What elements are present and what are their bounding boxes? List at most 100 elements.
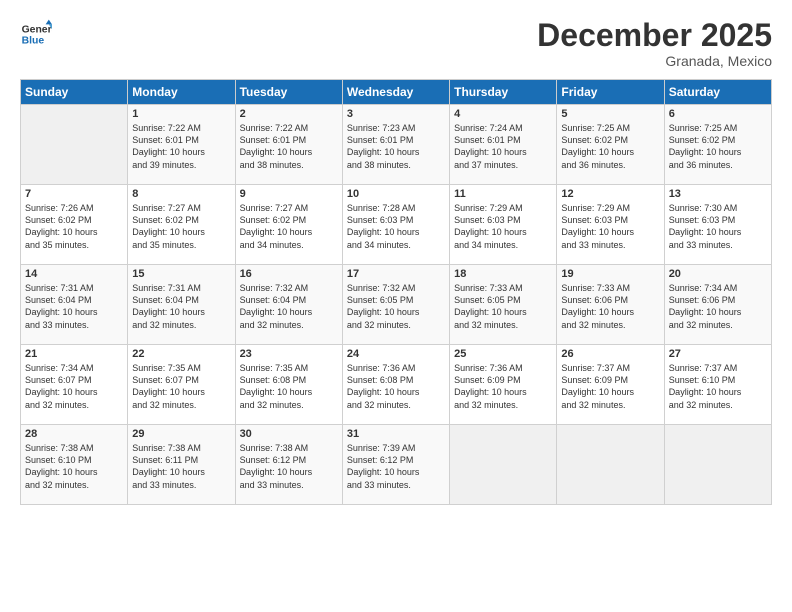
day-content: Sunrise: 7:32 AM Sunset: 6:04 PM Dayligh… (240, 282, 338, 331)
day-number: 14 (25, 268, 123, 280)
col-monday: Monday (128, 80, 235, 105)
day-number: 18 (454, 268, 552, 280)
day-cell: 26 Sunrise: 7:37 AM Sunset: 6:09 PM Dayli… (557, 345, 664, 425)
day-cell: 1 Sunrise: 7:22 AM Sunset: 6:01 PM Daylig… (128, 105, 235, 185)
day-cell: 16 Sunrise: 7:32 AM Sunset: 6:04 PM Dayli… (235, 265, 342, 345)
day-cell: 10Sunrise: 7:28 AM Sunset: 6:03 PM Dayli… (342, 185, 449, 265)
day-number: 12 (561, 188, 659, 200)
svg-text:Blue: Blue (22, 36, 45, 47)
day-number: 27 (669, 348, 767, 360)
day-number: 7 (25, 188, 123, 200)
day-number: 26 (561, 348, 659, 360)
day-content: Sunrise: 7:34 AM Sunset: 6:06 PM Dayligh… (669, 282, 767, 331)
day-content: Sunrise: 7:33 AM Sunset: 6:06 PM Dayligh… (561, 282, 659, 331)
day-cell: 7 Sunrise: 7:26 AM Sunset: 6:02 PM Daylig… (21, 185, 128, 265)
day-number: 19 (561, 268, 659, 280)
day-cell: 12 Sunrise: 7:29 AM Sunset: 6:03 PM Dayli… (557, 185, 664, 265)
day-cell: 15 Sunrise: 7:31 AM Sunset: 6:04 PM Dayli… (128, 265, 235, 345)
day-number: 30 (240, 428, 338, 440)
page: General Blue December 2025 Granada, Mexi… (0, 0, 792, 612)
day-number: 23 (240, 348, 338, 360)
header-row: Sunday Monday Tuesday Wednesday Thursday… (21, 80, 772, 105)
day-content: Sunrise: 7:29 AM Sunset: 6:03 PM Dayligh… (454, 202, 552, 251)
week-row-5: 28Sunrise: 7:38 AM Sunset: 6:10 PM Dayli… (21, 425, 772, 505)
day-content: Sunrise: 7:36 AM Sunset: 6:08 PM Dayligh… (347, 362, 445, 411)
day-content: Sunrise: 7:29 AM Sunset: 6:03 PM Dayligh… (561, 202, 659, 251)
day-number: 20 (669, 268, 767, 280)
day-number: 17 (347, 268, 445, 280)
calendar-body: 1 Sunrise: 7:22 AM Sunset: 6:01 PM Daylig… (21, 105, 772, 505)
day-number: 4 (454, 108, 552, 120)
day-number: 9 (240, 188, 338, 200)
day-cell: 20 Sunrise: 7:34 AM Sunset: 6:06 PM Dayli… (664, 265, 771, 345)
day-content: Sunrise: 7:25 AM Sunset: 6:02 PM Dayligh… (669, 122, 767, 171)
day-cell: 19 Sunrise: 7:33 AM Sunset: 6:06 PM Dayli… (557, 265, 664, 345)
day-content: Sunrise: 7:31 AM Sunset: 6:04 PM Dayligh… (132, 282, 230, 331)
day-number: 11 (454, 188, 552, 200)
week-row-2: 7 Sunrise: 7:26 AM Sunset: 6:02 PM Daylig… (21, 185, 772, 265)
logo: General Blue (20, 18, 52, 50)
day-number: 29 (132, 428, 230, 440)
week-row-4: 21 Sunrise: 7:34 AM Sunset: 6:07 PM Dayli… (21, 345, 772, 425)
day-cell: 8Sunrise: 7:27 AM Sunset: 6:02 PM Daylig… (128, 185, 235, 265)
day-cell: 2Sunrise: 7:22 AM Sunset: 6:01 PM Daylig… (235, 105, 342, 185)
day-number: 25 (454, 348, 552, 360)
day-cell: 18 Sunrise: 7:33 AM Sunset: 6:05 PM Dayli… (450, 265, 557, 345)
day-content: Sunrise: 7:24 AM Sunset: 6:01 PM Dayligh… (454, 122, 552, 171)
day-number: 10 (347, 188, 445, 200)
day-number: 3 (347, 108, 445, 120)
day-number: 13 (669, 188, 767, 200)
col-thursday: Thursday (450, 80, 557, 105)
day-cell: 23 Sunrise: 7:35 AM Sunset: 6:08 PM Dayli… (235, 345, 342, 425)
day-cell: 14 Sunrise: 7:31 AM Sunset: 6:04 PM Dayli… (21, 265, 128, 345)
month-title: December 2025 (537, 18, 772, 53)
col-sunday: Sunday (21, 80, 128, 105)
day-cell: 28Sunrise: 7:38 AM Sunset: 6:10 PM Dayli… (21, 425, 128, 505)
svg-text:General: General (22, 24, 52, 35)
day-cell: 9 Sunrise: 7:27 AM Sunset: 6:02 PM Daylig… (235, 185, 342, 265)
day-cell: 13 Sunrise: 7:30 AM Sunset: 6:03 PM Dayli… (664, 185, 771, 265)
col-friday: Friday (557, 80, 664, 105)
day-content: Sunrise: 7:34 AM Sunset: 6:07 PM Dayligh… (25, 362, 123, 411)
day-content: Sunrise: 7:33 AM Sunset: 6:05 PM Dayligh… (454, 282, 552, 331)
day-cell (450, 425, 557, 505)
col-tuesday: Tuesday (235, 80, 342, 105)
day-number: 21 (25, 348, 123, 360)
col-saturday: Saturday (664, 80, 771, 105)
day-number: 15 (132, 268, 230, 280)
day-cell: 27 Sunrise: 7:37 AM Sunset: 6:10 PM Dayli… (664, 345, 771, 425)
day-content: Sunrise: 7:35 AM Sunset: 6:08 PM Dayligh… (240, 362, 338, 411)
day-cell: 6 Sunrise: 7:25 AM Sunset: 6:02 PM Daylig… (664, 105, 771, 185)
day-content: Sunrise: 7:27 AM Sunset: 6:02 PM Dayligh… (240, 202, 338, 251)
day-content: Sunrise: 7:26 AM Sunset: 6:02 PM Dayligh… (25, 202, 123, 251)
day-number: 5 (561, 108, 659, 120)
day-content: Sunrise: 7:23 AM Sunset: 6:01 PM Dayligh… (347, 122, 445, 171)
day-content: Sunrise: 7:32 AM Sunset: 6:05 PM Dayligh… (347, 282, 445, 331)
day-cell (21, 105, 128, 185)
day-cell: 31 Sunrise: 7:39 AM Sunset: 6:12 PM Dayli… (342, 425, 449, 505)
day-content: Sunrise: 7:37 AM Sunset: 6:09 PM Dayligh… (561, 362, 659, 411)
day-content: Sunrise: 7:39 AM Sunset: 6:12 PM Dayligh… (347, 442, 445, 491)
day-number: 31 (347, 428, 445, 440)
day-content: Sunrise: 7:38 AM Sunset: 6:11 PM Dayligh… (132, 442, 230, 491)
day-cell: 24Sunrise: 7:36 AM Sunset: 6:08 PM Dayli… (342, 345, 449, 425)
day-cell: 21 Sunrise: 7:34 AM Sunset: 6:07 PM Dayli… (21, 345, 128, 425)
day-content: Sunrise: 7:38 AM Sunset: 6:12 PM Dayligh… (240, 442, 338, 491)
day-cell: 29 Sunrise: 7:38 AM Sunset: 6:11 PM Dayli… (128, 425, 235, 505)
day-content: Sunrise: 7:31 AM Sunset: 6:04 PM Dayligh… (25, 282, 123, 331)
day-content: Sunrise: 7:30 AM Sunset: 6:03 PM Dayligh… (669, 202, 767, 251)
day-number: 16 (240, 268, 338, 280)
day-number: 28 (25, 428, 123, 440)
day-number: 6 (669, 108, 767, 120)
day-cell (557, 425, 664, 505)
day-cell: 30 Sunrise: 7:38 AM Sunset: 6:12 PM Dayli… (235, 425, 342, 505)
day-number: 1 (132, 108, 230, 120)
day-cell: 4 Sunrise: 7:24 AM Sunset: 6:01 PM Daylig… (450, 105, 557, 185)
day-cell: 17 Sunrise: 7:32 AM Sunset: 6:05 PM Dayli… (342, 265, 449, 345)
week-row-1: 1 Sunrise: 7:22 AM Sunset: 6:01 PM Daylig… (21, 105, 772, 185)
calendar-table: Sunday Monday Tuesday Wednesday Thursday… (20, 79, 772, 505)
day-content: Sunrise: 7:22 AM Sunset: 6:01 PM Dayligh… (132, 122, 230, 171)
title-section: December 2025 Granada, Mexico (537, 18, 772, 69)
day-content: Sunrise: 7:25 AM Sunset: 6:02 PM Dayligh… (561, 122, 659, 171)
day-content: Sunrise: 7:37 AM Sunset: 6:10 PM Dayligh… (669, 362, 767, 411)
